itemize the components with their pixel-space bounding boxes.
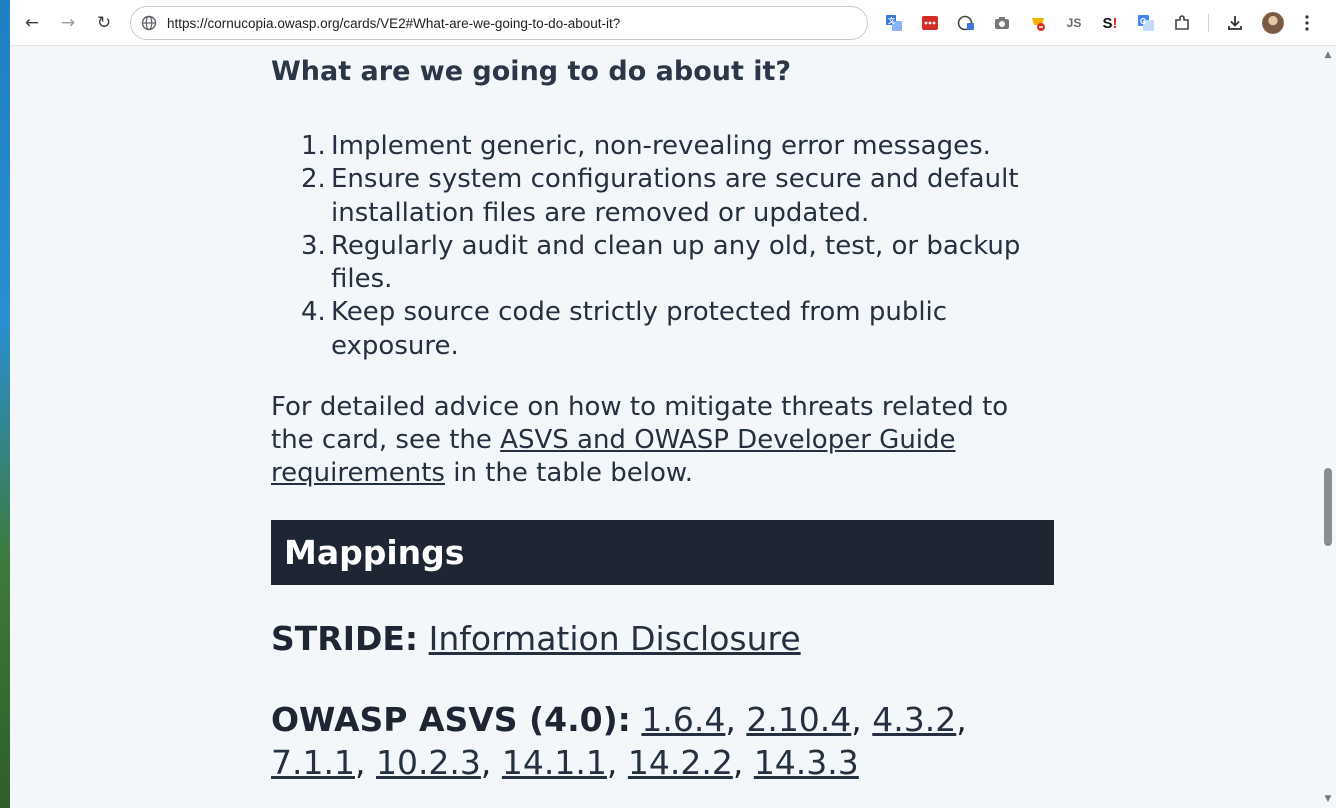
- svg-text:G: G: [1140, 17, 1146, 26]
- browser-window: ← → ↻ https://cornucopia.owasp.org/cards…: [10, 0, 1336, 808]
- lastpass-icon[interactable]: [919, 12, 941, 34]
- stride-mapping: STRIDE: Information Disclosure: [271, 619, 801, 658]
- reload-icon: ↻: [96, 12, 112, 33]
- toolbar-separator: [1208, 14, 1209, 32]
- asvs-link[interactable]: 4.3.2: [872, 700, 956, 739]
- list-item: 2. Ensure system configurations are secur…: [301, 164, 1019, 228]
- section-heading: What are we going to do about it?: [271, 56, 792, 87]
- menu-kebab-icon[interactable]: [1296, 12, 1318, 34]
- asvs-link[interactable]: 14.3.3: [754, 743, 859, 782]
- asvs-link[interactable]: 14.1.1: [502, 743, 607, 782]
- url-text[interactable]: https://cornucopia.owasp.org/cards/VE2#W…: [167, 16, 620, 31]
- svg-text:文: 文: [888, 16, 896, 25]
- translate-icon[interactable]: 文: [883, 12, 905, 34]
- mappings-header: Mappings: [271, 520, 1054, 585]
- js-icon[interactable]: JS: [1063, 12, 1085, 34]
- scroll-up-icon[interactable]: ▲: [1323, 50, 1333, 60]
- site-info-icon[interactable]: [141, 15, 157, 31]
- privacy-icon[interactable]: [955, 12, 977, 34]
- asvs-mapping: OWASP ASVS (4.0): 1.6.4, 2.10.4, 4.3.2, …: [271, 700, 967, 782]
- google-translate-icon[interactable]: G: [1135, 12, 1157, 34]
- stride-link[interactable]: Information Disclosure: [429, 619, 801, 658]
- arrow-right-icon: →: [60, 12, 76, 33]
- vertical-scrollbar[interactable]: ▲ ▼: [1320, 46, 1336, 808]
- list-item: 1. Implement generic, non-revealing error…: [301, 131, 991, 161]
- asvs-link[interactable]: 7.1.1: [271, 743, 355, 782]
- advice-paragraph: For detailed advice on how to mitigate t…: [271, 392, 1009, 488]
- puzzle-icon[interactable]: [1171, 12, 1193, 34]
- arrow-left-icon: ←: [24, 12, 40, 33]
- mitigation-steps-list: 1. Implement generic, non-revealing error…: [271, 130, 1054, 363]
- download-icon[interactable]: [1224, 12, 1246, 34]
- s-icon[interactable]: S!: [1099, 12, 1121, 34]
- scroll-down-icon[interactable]: ▼: [1323, 794, 1333, 804]
- mappings-title: Mappings: [284, 533, 465, 572]
- profile-avatar[interactable]: [1262, 12, 1284, 34]
- scrollbar-thumb[interactable]: [1324, 468, 1332, 546]
- asvs-link[interactable]: 14.2.2: [628, 743, 733, 782]
- list-item: 3. Regularly audit and clean up any old, …: [301, 230, 1021, 295]
- asvs-link[interactable]: 2.10.4: [746, 700, 851, 739]
- list-item: 4. Keep source code strictly protected fr…: [301, 297, 948, 361]
- back-button[interactable]: ←: [18, 9, 46, 37]
- stride-label: STRIDE:: [271, 619, 419, 658]
- shopping-icon[interactable]: [1027, 12, 1049, 34]
- asvs-link[interactable]: 1.6.4: [641, 700, 725, 739]
- asvs-label: OWASP ASVS (4.0):: [271, 700, 631, 739]
- page-viewport: What are we going to do about it? 1. Impl…: [10, 46, 1320, 808]
- browser-toolbar: ← → ↻ https://cornucopia.owasp.org/cards…: [10, 0, 1336, 46]
- camera-icon[interactable]: [991, 12, 1013, 34]
- address-bar[interactable]: https://cornucopia.owasp.org/cards/VE2#W…: [130, 6, 868, 40]
- forward-button[interactable]: →: [54, 9, 82, 37]
- reload-button[interactable]: ↻: [90, 9, 118, 37]
- asvs-link[interactable]: 10.2.3: [376, 743, 481, 782]
